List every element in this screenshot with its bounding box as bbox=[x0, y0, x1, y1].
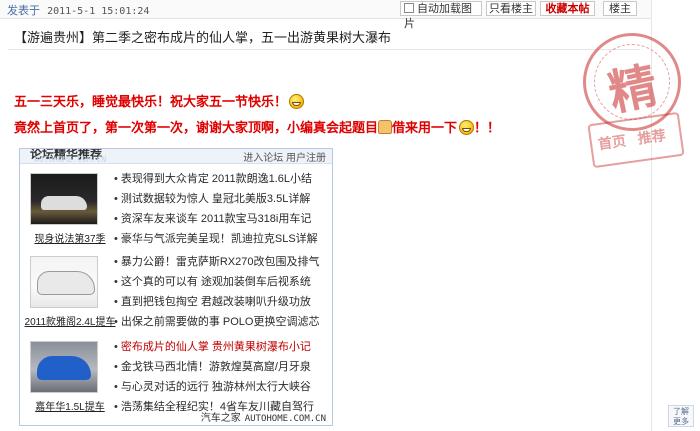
recommend-link-highlighted[interactable]: • 密布成片的仙人掌 贵州黄果树瀑布小记 bbox=[114, 337, 330, 357]
car-photo[interactable] bbox=[30, 256, 98, 308]
post-line-2-text-a: 竟然上首页了，第一次第一次，谢谢大家顶啊，小编真会起题目 bbox=[14, 120, 379, 135]
car-photo[interactable] bbox=[30, 173, 98, 225]
recommend-link[interactable]: • 资深车友来谈车 2011款宝马318i用车记 bbox=[114, 209, 330, 229]
stamp-sub-a: 首页 bbox=[597, 132, 628, 153]
learn-more-widget[interactable]: 了解 更多 bbox=[668, 405, 694, 427]
panel-footer: 汽车之家 AUTOHOME.COM.CN bbox=[201, 409, 326, 424]
auto-load-images-label: 自动加载图片 bbox=[404, 3, 472, 30]
recommend-link[interactable]: • 这个真的可以有 途观加装倒车后视系统 bbox=[114, 272, 330, 292]
recommend-link[interactable]: • 金戈铁马西北情！游敦煌莫高窟/月牙泉 bbox=[114, 357, 330, 377]
only-host-button[interactable]: 只看楼主 bbox=[486, 1, 536, 16]
posted-label: 发表于 bbox=[7, 5, 40, 17]
floor-label: 楼主 bbox=[603, 1, 637, 16]
post-line-2: 竟然上首页了，第一次第一次，谢谢大家顶啊，小编真会起题目 借来用一下 ！！ bbox=[14, 117, 500, 136]
link-list: • 表现得到大众肯定 2011款朗逸1.6L小结 • 测试数据较为惊人 皇冠北美版3… bbox=[114, 169, 330, 249]
thumbnail-caption[interactable]: 现身说法第37季 bbox=[24, 230, 116, 245]
forum-recommend-panel: 论坛精华推荐 进入论坛 用户注册 AUTOHOME.COM.CN 现身说法第37… bbox=[19, 148, 333, 426]
posted-datetime: 2011-5-1 15:01:24 bbox=[47, 6, 150, 17]
learn-more-line2: 更多 bbox=[673, 417, 689, 426]
post-title-tag[interactable]: 【游遍贵州】 bbox=[14, 30, 92, 45]
post-meta: 发表于 2011-5-1 15:01:24 bbox=[7, 2, 149, 18]
recommend-link[interactable]: • 豪华与气派完美呈现！凯迪拉克SLS详解 bbox=[114, 229, 330, 249]
recommend-link[interactable]: • 表现得到大众肯定 2011款朗逸1.6L小结 bbox=[114, 169, 330, 189]
thumbnail-caption[interactable]: 2011款雅阁2.4L提车 bbox=[24, 313, 116, 328]
thumbnail-caption[interactable]: 嘉年华1.5L提车 bbox=[24, 398, 116, 413]
footer-domain: AUTOHOME.COM.CN bbox=[244, 414, 326, 424]
post-title-text: 第二季之密布成片的仙人掌，五一出游黄果树大瀑布 bbox=[92, 30, 392, 45]
recommend-link[interactable]: • 与心灵对话的远行 独游林州太行大峡谷 bbox=[114, 377, 330, 397]
post-toolbar: 发表于 2011-5-1 15:01:24 自动加载图片 只看楼主 收藏本帖 楼… bbox=[0, 0, 652, 30]
post-line-1: 五一三天乐，睡觉最快乐！祝大家五一节快乐！ bbox=[14, 91, 305, 110]
link-list: • 暴力公爵！雷克萨斯RX270改包围及排气 • 这个真的可以有 途观加装倒车后视系… bbox=[114, 252, 330, 332]
post-title: 【游遍贵州】第二季之密布成片的仙人掌，五一出游黄果树大瀑布 bbox=[14, 27, 391, 46]
recommend-link[interactable]: • 暴力公爵！雷克萨斯RX270改包围及排气 bbox=[114, 252, 330, 272]
car-photo[interactable] bbox=[30, 341, 98, 393]
link-list: • 密布成片的仙人掌 贵州黄果树瀑布小记 • 金戈铁马西北情！游敦煌莫高窟/月牙泉 … bbox=[114, 337, 330, 417]
checkbox-icon[interactable] bbox=[404, 3, 414, 13]
title-divider bbox=[8, 49, 640, 50]
post-line-2-text-b: 借来用一下 bbox=[392, 120, 458, 135]
panel-watermark: AUTOHOME.COM.CN bbox=[34, 155, 107, 164]
thumbs-up-emoji-icon bbox=[378, 120, 393, 134]
post-line-1-text: 五一三天乐，睡觉最快乐！祝大家五一节快乐！ bbox=[14, 94, 288, 109]
auto-load-images-toggle[interactable]: 自动加载图片 bbox=[400, 1, 482, 30]
recommend-link[interactable]: • 测试数据较为惊人 皇冠北美版3.5L详解 bbox=[114, 189, 330, 209]
recommend-link[interactable]: • 出保之前需要做的事 POLO更换空调滤芯 bbox=[114, 312, 330, 332]
favorite-button[interactable]: 收藏本帖 bbox=[540, 1, 595, 16]
recommend-link[interactable]: • 直到把钱包掏空 君越改装喇叭升级功放 bbox=[114, 292, 330, 312]
grin-emoji-icon-2 bbox=[459, 120, 475, 135]
footer-brand: 汽车之家 bbox=[200, 413, 241, 424]
learn-more-line1: 了解 bbox=[673, 407, 689, 416]
post-line-2-end: ！！ bbox=[474, 120, 501, 135]
panel-header-links[interactable]: 进入论坛 用户注册 bbox=[243, 149, 326, 164]
stamp-sub-b: 推荐 bbox=[636, 126, 667, 147]
grin-emoji-icon bbox=[289, 94, 305, 109]
